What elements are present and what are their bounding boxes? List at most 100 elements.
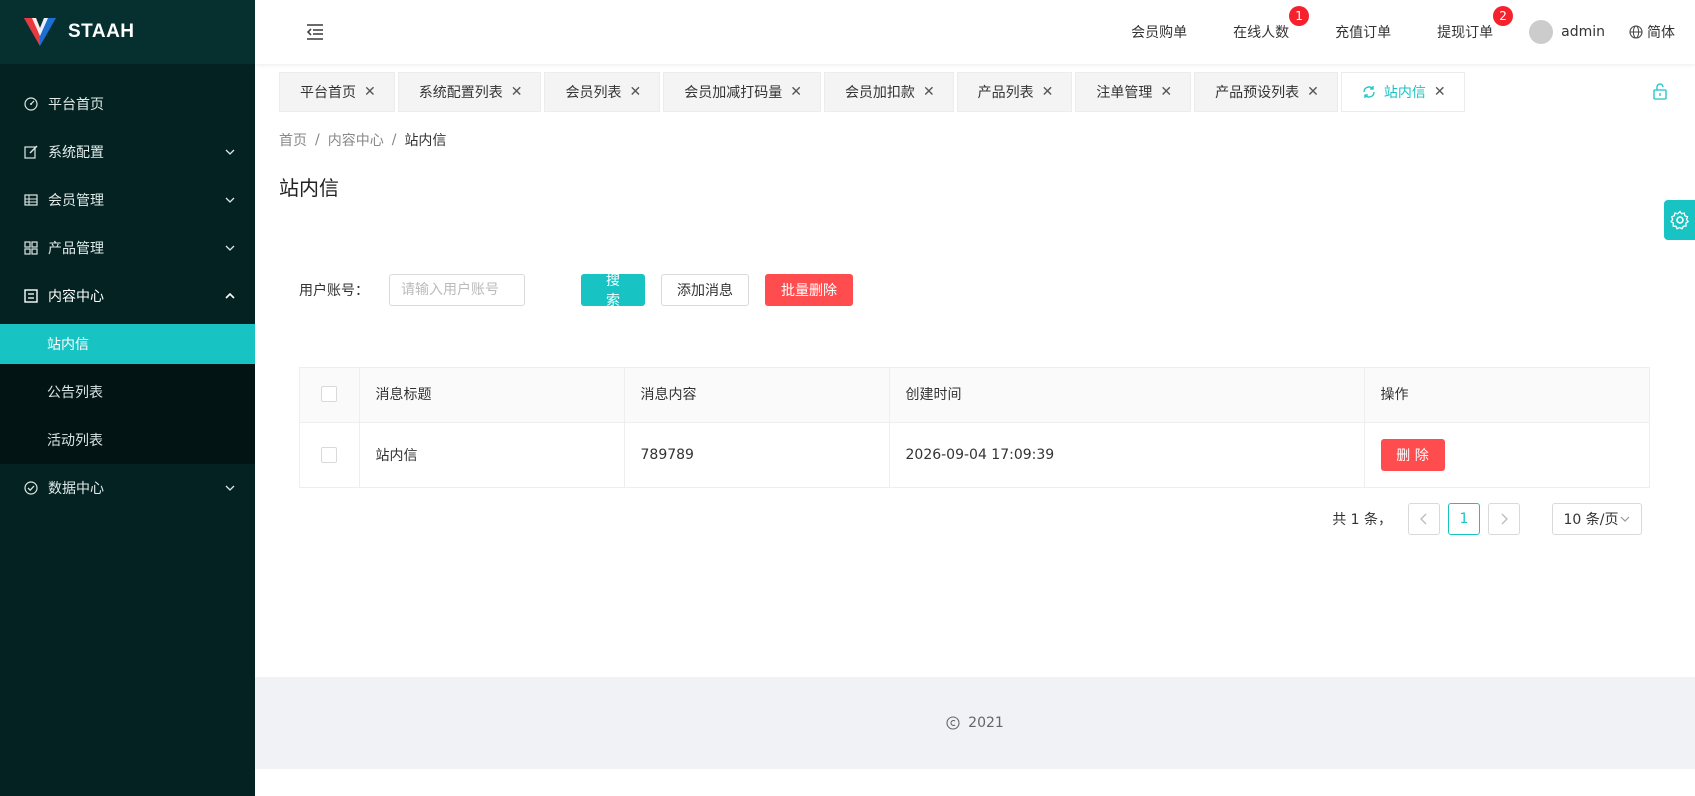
avatar (1529, 20, 1554, 44)
chevron-up-icon (225, 291, 235, 301)
cell-content: 789789 (624, 422, 890, 488)
close-icon[interactable]: ✕ (1160, 84, 1172, 100)
close-icon[interactable]: ✕ (1042, 84, 1054, 100)
cell-title: 站内信 (359, 422, 625, 488)
sidebar-menu: 平台首页 系统配置 会员管理 产品管理 内容中心 站内信 公告列表 活动列表 数… (0, 64, 255, 512)
sidebar-item-label: 数据中心 (48, 481, 104, 497)
sidebar-item-product-management[interactable]: 产品管理 (0, 224, 255, 272)
add-message-button[interactable]: 添加消息 (661, 274, 749, 306)
header-link-label: 提现订单 (1437, 25, 1494, 41)
row-checkbox[interactable] (320, 446, 337, 463)
content-submenu: 站内信 公告列表 活动列表 (0, 324, 255, 464)
profile-icon (24, 289, 38, 303)
unlock-icon[interactable] (1651, 82, 1669, 100)
search-form: 用户账号： 搜 索 添加消息 批量删除 (299, 273, 853, 309)
select-all-checkbox[interactable] (320, 386, 337, 403)
header-link-recharge-orders[interactable]: 充值订单 (1335, 22, 1391, 42)
next-page-button[interactable] (1488, 503, 1520, 535)
search-button[interactable]: 搜 索 (581, 273, 645, 309)
settings-drawer-button[interactable] (1664, 200, 1695, 240)
close-icon[interactable]: ✕ (511, 84, 523, 100)
user-name: admin (1561, 24, 1605, 40)
breadcrumb: 首页 / 内容中心 / 站内信 (279, 130, 446, 150)
menu-fold-icon[interactable] (303, 20, 327, 44)
globe-icon (1629, 25, 1643, 39)
brand-name: STAAH (68, 21, 135, 42)
cell-text: 站内信 (375, 447, 418, 464)
header-link-withdraw-orders[interactable]: 提现订单 2 (1437, 6, 1514, 42)
tab-member-betting-adjust[interactable]: 会员加减打码量 ✕ (663, 72, 821, 112)
sidebar-item-home[interactable]: 平台首页 (0, 80, 255, 128)
close-icon[interactable]: ✕ (629, 84, 641, 100)
tab-member-list[interactable]: 会员列表 ✕ (544, 72, 661, 112)
close-icon[interactable]: ✕ (923, 84, 935, 100)
tab-label: 会员加减打码量 (684, 85, 783, 101)
edit-icon (24, 145, 38, 159)
tab-label: 会员加扣款 (844, 85, 915, 101)
page-tabs: 平台首页 ✕ 系统配置列表 ✕ 会员列表 ✕ 会员加减打码量 ✕ 会员加扣款 ✕ 产品列表… (279, 72, 1669, 112)
tab-product-preset-list[interactable]: 产品预设列表 ✕ (1194, 72, 1338, 112)
close-icon[interactable]: ✕ (790, 84, 802, 100)
tab-platform-home[interactable]: 平台首页 ✕ (279, 72, 395, 112)
select-all-cell (299, 367, 360, 423)
prev-page-button[interactable] (1408, 503, 1440, 535)
table-icon (24, 193, 38, 207)
top-header: 会员购单 在线人数 1 充值订单 提现订单 2 admin 简体 (255, 0, 1695, 64)
user-account-label: 用户账号： (299, 283, 369, 299)
sidebar-item-label: 产品管理 (48, 241, 104, 257)
sidebar-subitem-announcement-list[interactable]: 公告列表 (0, 368, 255, 416)
page-number-button[interactable]: 1 (1448, 503, 1480, 535)
close-icon[interactable]: ✕ (364, 84, 376, 100)
sidebar-item-member-management[interactable]: 会员管理 (0, 176, 255, 224)
logo-icon (24, 18, 56, 46)
column-header-label: 创建时间 (905, 387, 962, 404)
language-switch[interactable]: 简体 (1629, 22, 1675, 42)
page-size-select[interactable]: 10 条/页 (1552, 503, 1642, 535)
header-link-label: 充值订单 (1335, 25, 1392, 41)
copyright-icon (946, 716, 960, 730)
header-link-online-count[interactable]: 在线人数 1 (1233, 6, 1310, 42)
sidebar-item-system-config[interactable]: 系统配置 (0, 128, 255, 176)
sidebar-item-label: 平台首页 (48, 97, 104, 113)
close-icon[interactable]: ✕ (1307, 84, 1319, 100)
reload-icon[interactable] (1362, 85, 1376, 99)
tab-product-list[interactable]: 产品列表 ✕ (956, 72, 1073, 112)
delete-button[interactable]: 删 除 (1380, 438, 1445, 471)
sidebar-item-label: 系统配置 (48, 145, 104, 161)
column-header-actions: 操作 (1364, 367, 1650, 423)
notification-badge: 1 (1289, 6, 1310, 26)
page-title: 站内信 (279, 176, 339, 200)
tab-site-message[interactable]: 站内信 ✕ (1340, 72, 1465, 112)
breadcrumb-home[interactable]: 首页 (279, 130, 307, 150)
breadcrumb-parent[interactable]: 内容中心 (328, 130, 384, 150)
sidebar-item-content-center[interactable]: 内容中心 (0, 272, 255, 320)
sidebar-item-label: 内容中心 (48, 289, 104, 305)
breadcrumb-separator: / (315, 132, 320, 148)
chevron-right-icon (1501, 513, 1508, 525)
sidebar-item-data-center[interactable]: 数据中心 (0, 464, 255, 512)
language-label: 简体 (1647, 25, 1675, 41)
cell-text: 2026-09-04 17:09:39 (905, 446, 1055, 463)
tab-bet-management[interactable]: 注单管理 ✕ (1075, 72, 1192, 112)
close-icon[interactable]: ✕ (1434, 84, 1446, 100)
column-header-created: 创建时间 (889, 367, 1365, 423)
header-link-member-orders[interactable]: 会员购单 (1131, 22, 1187, 42)
column-header-title: 消息标题 (359, 367, 625, 423)
tab-system-config-list[interactable]: 系统配置列表 ✕ (397, 72, 542, 112)
logo[interactable]: STAAH (0, 0, 255, 64)
tab-member-balance-adjust[interactable]: 会员加扣款 ✕ (823, 72, 954, 112)
tab-label: 注单管理 (1096, 85, 1153, 101)
notification-badge: 2 (1493, 6, 1514, 26)
column-header-label: 消息标题 (375, 387, 432, 404)
user-menu[interactable]: admin (1529, 20, 1605, 44)
sidebar-subitem-activity-list[interactable]: 活动列表 (0, 416, 255, 464)
user-account-input[interactable] (389, 274, 525, 306)
batch-delete-button[interactable]: 批量删除 (765, 274, 853, 306)
cell-actions: 删 除 (1364, 422, 1650, 488)
breadcrumb-current: 站内信 (404, 133, 447, 149)
table-row: 站内信 789789 2026-09-04 17:09:39 删 除 (299, 422, 1650, 488)
column-header-label: 消息内容 (640, 387, 697, 404)
row-select-cell (299, 422, 360, 488)
sidebar-subitem-site-message[interactable]: 站内信 (0, 324, 255, 364)
header-actions: 会员购单 在线人数 1 充值订单 提现订单 2 admin 简体 (1131, 0, 1695, 64)
